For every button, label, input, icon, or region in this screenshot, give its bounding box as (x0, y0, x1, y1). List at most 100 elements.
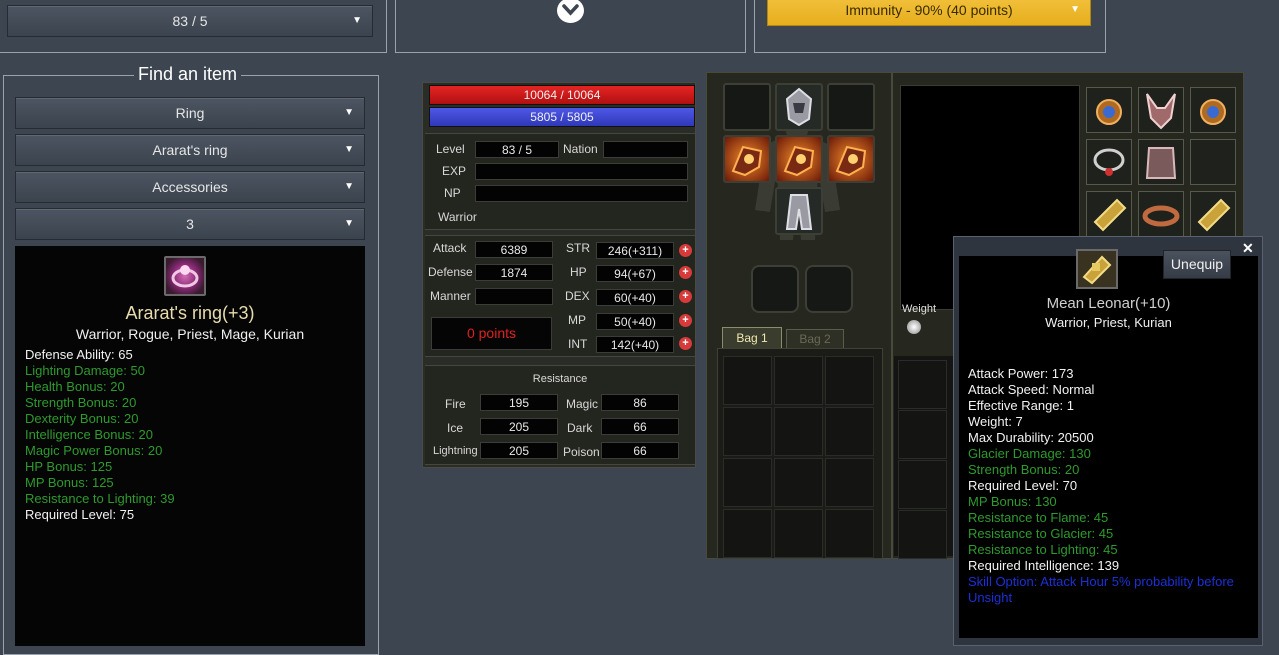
tooltip-stat-line: Resistance to Glacier: 45 (968, 526, 1114, 541)
str-label: STR (566, 241, 590, 255)
boots-slot[interactable] (805, 265, 853, 313)
class-name: Warrior (438, 210, 477, 224)
bag-cell[interactable] (774, 458, 823, 507)
necklace-icon (1093, 148, 1125, 176)
glove-slot[interactable] (751, 265, 799, 313)
close-icon[interactable]: ✕ (1242, 240, 1254, 257)
hp-plus-button[interactable]: + (679, 266, 692, 279)
defense-label: Defense (428, 265, 473, 279)
tooltip-stat-line: Resistance to Flame: 45 (968, 510, 1109, 525)
tooltip-stat-line: Resistance to Lighting: 45 (968, 542, 1118, 557)
pauldron-right-slot[interactable] (827, 135, 875, 183)
pants-slot[interactable] (775, 187, 823, 235)
stat-points: 0 points (431, 317, 552, 350)
attack-label: Attack (433, 241, 467, 255)
dropdown-arrow-icon: ▼ (344, 181, 354, 192)
bag-cell[interactable] (825, 458, 874, 507)
type-select[interactable]: Accessories ▼ (15, 171, 365, 203)
mp-plus-button[interactable]: + (679, 314, 692, 327)
bag-cell[interactable] (774, 356, 823, 405)
storage-cell[interactable] (898, 510, 947, 559)
flame-armor-icon (731, 145, 763, 177)
unequip-button[interactable]: Unequip (1163, 250, 1231, 279)
pants-armor-icon (785, 194, 813, 230)
grade-select[interactable]: 3 ▼ (15, 208, 365, 240)
lightning-value: 205 (480, 442, 558, 459)
tooltip-stats-list: Attack Power: 173 Attack Speed: Normal Eff… (968, 366, 1238, 606)
np-label: NP (444, 186, 461, 200)
item-stat-line: Lighting Damage: 50 (25, 363, 145, 378)
storage-cell[interactable] (898, 410, 947, 459)
bag-cell[interactable] (723, 458, 772, 507)
int-label: INT (568, 337, 588, 351)
hammer-icon (1197, 198, 1231, 232)
immunity-select[interactable]: Immunity - 90% (40 points) ▼ (767, 0, 1091, 26)
int-plus-button[interactable]: + (679, 337, 692, 350)
cape-slot[interactable] (1138, 139, 1184, 185)
armor-slot[interactable] (775, 135, 823, 183)
hammer-item-icon (1076, 249, 1118, 289)
bag-cell[interactable] (825, 356, 874, 405)
dropdown-arrow-icon: ▼ (344, 218, 354, 229)
weapon-left-slot[interactable] (1086, 191, 1132, 237)
category-select[interactable]: Ring ▼ (15, 97, 365, 129)
item-select[interactable]: Ararat's ring ▼ (15, 134, 365, 166)
weapon-right-slot[interactable] (1190, 191, 1236, 237)
belt-slot[interactable] (1138, 191, 1184, 237)
tooltip-stat-line: Effective Range: 1 (968, 398, 1074, 413)
amulet-right-slot[interactable] (1190, 87, 1236, 133)
nation-label: Nation (563, 142, 598, 156)
type-select-value: Accessories (152, 179, 228, 195)
bag-cell[interactable] (723, 356, 772, 405)
str-plus-button[interactable]: + (679, 244, 692, 257)
earring-left-slot[interactable] (723, 83, 771, 131)
level-select[interactable]: 83 / 5 ▼ (7, 5, 373, 37)
attack-value: 6389 (475, 241, 553, 258)
flame-armor-icon (783, 145, 815, 177)
bag1-tab[interactable]: Bag 1 (722, 327, 782, 349)
str-value: 246(+311) (596, 242, 674, 259)
empty-accessory-slot[interactable] (1190, 139, 1236, 185)
chevron-down-icon (562, 4, 579, 16)
poison-label: Poison (563, 445, 600, 459)
bag-cell[interactable] (774, 407, 823, 456)
bag-cell[interactable] (774, 509, 823, 558)
amulet-slot[interactable] (1086, 87, 1132, 133)
pauldron-left-slot[interactable] (723, 135, 771, 183)
bag-cell[interactable] (723, 407, 772, 456)
necklace-slot[interactable] (1086, 139, 1132, 185)
int-value: 142(+40) (596, 336, 674, 353)
dex-plus-button[interactable]: + (679, 290, 692, 303)
accessory-helm-slot[interactable] (1138, 87, 1184, 133)
weight-label: Weight (902, 303, 937, 315)
horned-helm-icon (1146, 93, 1176, 130)
hammer-icon (1093, 198, 1127, 232)
helmet-slot[interactable] (775, 83, 823, 131)
bag2-tab[interactable]: Bag 2 (786, 329, 844, 349)
tooltip-stat-line: Skill Option: Attack Hour 5% probability… (968, 574, 1234, 605)
magic-label: Magic (566, 397, 599, 411)
tooltip-stat-line: Max Durability: 20500 (968, 430, 1094, 445)
expand-button[interactable] (557, 0, 584, 23)
manner-value (475, 288, 553, 305)
item-stat-line: MP Bonus: 125 (25, 475, 114, 490)
belt-icon (1142, 205, 1180, 227)
item-stat-line: Dexterity Bonus: 20 (25, 411, 139, 426)
level-label: Level (436, 142, 465, 156)
mp-bar: 5805 / 5805 (429, 107, 695, 127)
item-stats-list: Defense Ability: 65 Lighting Damage: 50 He… (25, 347, 355, 523)
tooltip-item-name: Mean Leonar(+10) (1046, 295, 1171, 312)
storage-cell[interactable] (898, 460, 947, 509)
storage-cell[interactable] (898, 360, 947, 409)
earring-right-slot[interactable] (827, 83, 875, 131)
hp-bar: 10064 / 10064 (429, 85, 695, 105)
fire-label: Fire (445, 397, 466, 411)
flame-armor-icon (835, 145, 867, 177)
bag-cell[interactable] (723, 509, 772, 558)
bag-cell[interactable] (825, 407, 874, 456)
tooltip-stat-line: Glacier Damage: 130 (968, 446, 1091, 461)
bag-cell[interactable] (825, 509, 874, 558)
poison-value: 66 (601, 442, 679, 459)
item-stat-line: Magic Power Bonus: 20 (25, 443, 163, 458)
item-stat-line: Required Level: 75 (25, 507, 135, 522)
